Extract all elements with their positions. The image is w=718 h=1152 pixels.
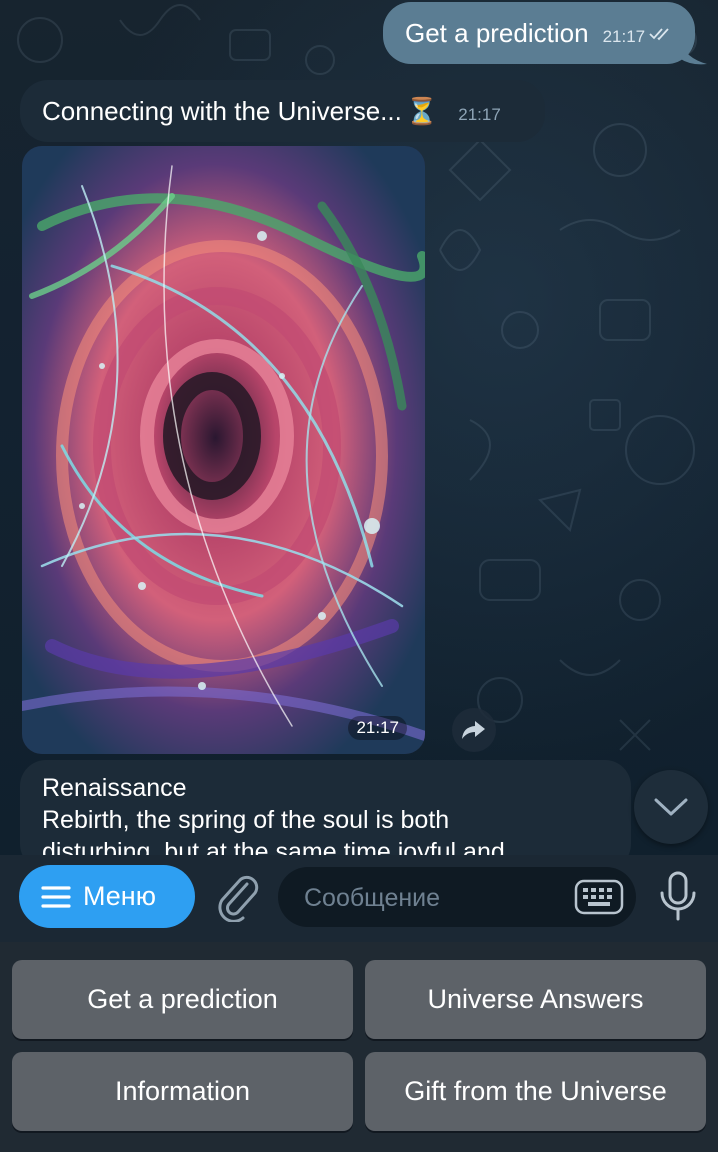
keyboard-button-universe-answers[interactable]: Universe Answers (365, 960, 706, 1039)
keyboard-button-gift[interactable]: Gift from the Universe (365, 1052, 706, 1131)
keyboard-icon[interactable] (574, 879, 624, 915)
keyboard-button-get-prediction[interactable]: Get a prediction (12, 960, 353, 1039)
prediction-line: Rebirth, the spring of the soul is both (42, 806, 450, 834)
attach-icon[interactable] (213, 872, 259, 922)
outgoing-message[interactable]: Get a prediction 21:17 (383, 2, 695, 64)
menu-icon (41, 885, 71, 908)
message-input-field[interactable] (278, 867, 636, 929)
incoming-message-text: Connecting with the Universe... (42, 95, 402, 126)
message-input[interactable] (302, 867, 566, 929)
photo-message[interactable]: 21:17 (22, 146, 425, 754)
share-button[interactable] (452, 708, 496, 752)
photo-time: 21:17 (348, 716, 407, 740)
microphone-icon[interactable] (658, 871, 698, 923)
chat-area: Get a prediction 21:17 Connecting with t… (0, 0, 718, 855)
bot-keyboard: Get a prediction Universe Answers Inform… (0, 942, 718, 1152)
hourglass-icon: ⏳ (405, 95, 439, 126)
chevron-down-icon (654, 798, 688, 816)
prediction-title: Renaissance (42, 774, 187, 802)
scroll-down-button[interactable] (634, 770, 708, 844)
prediction-line: disturbing, but at the same time joyful … (42, 838, 505, 855)
menu-button[interactable]: Меню (19, 865, 195, 928)
outgoing-message-time: 21:17 (602, 27, 646, 46)
input-bar: Меню (0, 855, 718, 942)
incoming-message[interactable]: Connecting with the Universe... ⏳ 21:17 (20, 80, 545, 142)
menu-button-label: Меню (83, 881, 156, 911)
bubble-tail-icon (679, 40, 707, 65)
share-arrow-icon (462, 721, 485, 739)
double-check-icon (649, 27, 671, 46)
incoming-message-time: 21:17 (458, 105, 501, 124)
abstract-painting-image (22, 146, 425, 754)
outgoing-message-text: Get a prediction (405, 17, 589, 48)
keyboard-button-information[interactable]: Information (12, 1052, 353, 1131)
prediction-message[interactable]: Renaissance Rebirth, the spring of the s… (20, 760, 631, 855)
